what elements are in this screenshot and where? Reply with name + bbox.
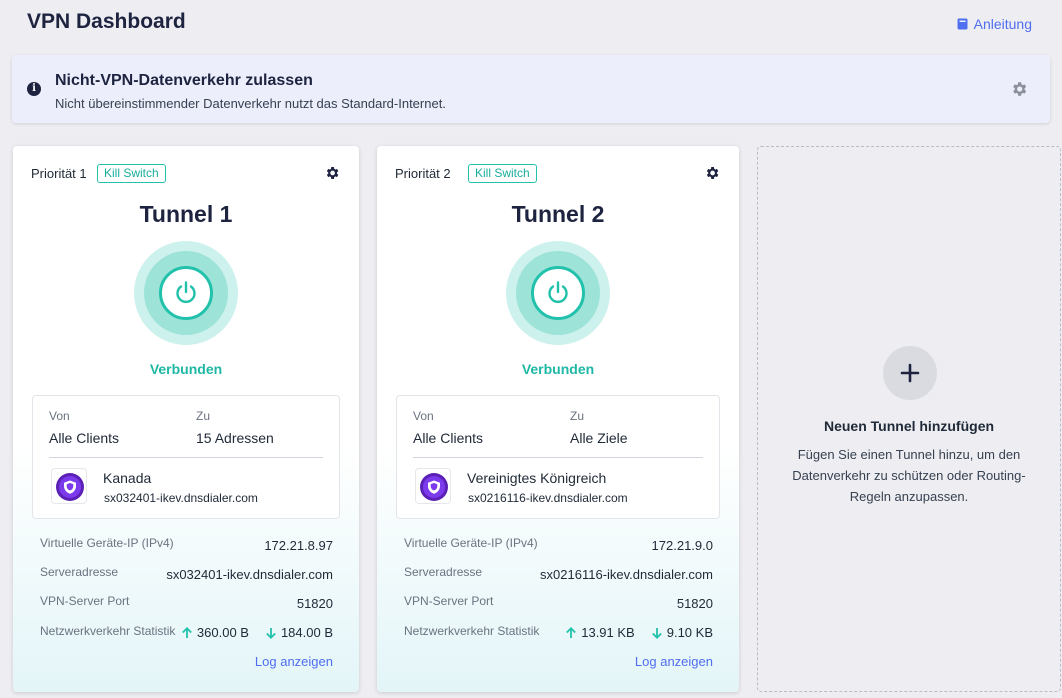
tunnel-card-1: Priorität 1 Kill Switch Tunnel 1 Verbund… xyxy=(13,146,359,692)
traffic-label: Netzwerkverkehr Statistik xyxy=(40,624,176,638)
traffic-values: 13.91 KB 9.10 KB xyxy=(565,625,713,640)
server-address-value: sx032401-ikev.dnsdialer.com xyxy=(166,567,333,582)
show-log-link[interactable]: Log anzeigen xyxy=(255,654,333,669)
traffic-values: 360.00 B 184.00 B xyxy=(181,625,333,640)
server-address-value: sx0216116-ikev.dnsdialer.com xyxy=(540,567,713,582)
server-port-label: VPN-Server Port xyxy=(404,594,494,608)
from-value: Alle Clients xyxy=(49,430,120,446)
tunnel-name: Tunnel 2 xyxy=(511,201,605,227)
server-port-label: VPN-Server Port xyxy=(40,594,130,608)
virtual-ip-value: 172.21.9.0 xyxy=(651,538,713,553)
gear-icon[interactable] xyxy=(324,165,340,181)
server-address-label: Serveradresse xyxy=(40,565,119,579)
virtual-ip-label: Virtuelle Geräte-IP (IPv4) xyxy=(40,536,174,550)
banner-title: Nicht-VPN-Datenverkehr zulassen xyxy=(55,72,313,89)
server-country: Vereinigtes Königreich xyxy=(467,470,607,486)
to-label: Zu xyxy=(570,409,585,423)
power-icon xyxy=(548,281,568,304)
download-value: 9.10 KB xyxy=(666,625,713,640)
server-avatar xyxy=(51,468,87,504)
banner-description: Nicht übereinstimmender Datenverkehr nut… xyxy=(55,96,446,111)
add-tunnel-title: Neuen Tunnel hinzufügen xyxy=(823,418,995,434)
server-port-value: 51820 xyxy=(296,596,333,611)
priority-label: Priorität 1 xyxy=(31,166,87,181)
server-avatar xyxy=(415,468,451,504)
power-halo xyxy=(506,241,610,345)
virtual-ip-row: Virtuelle Geräte-IP (IPv4) 172.21.8.97 xyxy=(40,536,333,556)
arrow-up-icon xyxy=(182,626,192,638)
tunnel-name: Tunnel 1 xyxy=(139,201,233,227)
server-host: sx0216116-ikev.dnsdialer.com xyxy=(468,491,628,505)
non-vpn-traffic-banner: i Nicht-VPN-Datenverkehr zulassen Nicht … xyxy=(12,55,1050,123)
upload-value: 13.91 KB xyxy=(581,625,635,640)
header: VPN Dashboard Anleitung xyxy=(0,0,1062,50)
power-button[interactable] xyxy=(531,266,585,320)
server-address-row: Serveradresse sx0216116-ikev.dnsdialer.c… xyxy=(404,565,713,585)
shield-icon xyxy=(56,473,84,501)
server-address-label: Serveradresse xyxy=(404,565,483,579)
kill-switch-badge: Kill Switch xyxy=(97,164,166,183)
priority-label: Priorität 2 xyxy=(395,166,451,181)
from-label: Von xyxy=(49,409,70,423)
traffic-row: Netzwerkverkehr Statistik 360.00 B 184.0… xyxy=(40,624,333,644)
connection-status: Verbunden xyxy=(521,361,595,377)
shield-icon xyxy=(420,473,448,501)
arrow-down-icon xyxy=(266,627,276,639)
route-box: Von Zu Alle Clients 15 Adressen Kanada s… xyxy=(32,395,340,519)
from-label: Von xyxy=(413,409,434,423)
kill-switch-badge: Kill Switch xyxy=(468,164,537,183)
to-value: 15 Adressen xyxy=(196,430,274,446)
server-country: Kanada xyxy=(103,470,152,486)
connection-status: Verbunden xyxy=(149,361,223,377)
add-tunnel-button[interactable] xyxy=(883,346,937,400)
route-box: Von Zu Alle Clients Alle Ziele Vereinigt… xyxy=(396,395,720,519)
server-port-row: VPN-Server Port 51820 xyxy=(404,594,713,614)
server-port-row: VPN-Server Port 51820 xyxy=(40,594,333,614)
info-icon: i xyxy=(27,82,41,96)
gear-icon[interactable] xyxy=(704,165,720,181)
server-host: sx032401-ikev.dnsdialer.com xyxy=(104,491,258,505)
tunnel-card-2: Priorität 2 Kill Switch Tunnel 2 Verbund… xyxy=(377,146,739,692)
arrow-up-icon xyxy=(566,626,577,638)
server-port-value: 51820 xyxy=(676,596,713,611)
upload-value: 360.00 B xyxy=(196,625,249,640)
download-value: 184.00 B xyxy=(280,625,333,640)
to-label: Zu xyxy=(196,409,211,423)
guide-link[interactable]: Anleitung xyxy=(957,16,1032,32)
show-log-link[interactable]: Log anzeigen xyxy=(635,654,713,669)
add-tunnel-card[interactable]: Neuen Tunnel hinzufügen Fügen Sie einen … xyxy=(757,146,1061,692)
add-tunnel-description: Fügen Sie einen Tunnel hinzu, um den Dat… xyxy=(792,447,1026,504)
page-title: VPN Dashboard xyxy=(27,10,186,33)
server-address-row: Serveradresse sx032401-ikev.dnsdialer.co… xyxy=(40,565,333,585)
power-icon xyxy=(176,281,196,304)
guide-link-label: Anleitung xyxy=(973,16,1032,32)
divider xyxy=(49,457,323,458)
traffic-row: Netzwerkverkehr Statistik 13.91 KB 9.10 … xyxy=(404,624,713,644)
arrow-down-icon xyxy=(651,627,662,639)
from-value: Alle Clients xyxy=(413,430,484,446)
plus-icon xyxy=(900,363,920,383)
to-value: Alle Ziele xyxy=(570,430,628,446)
power-button[interactable] xyxy=(159,266,213,320)
gear-icon[interactable] xyxy=(1010,80,1028,98)
traffic-label: Netzwerkverkehr Statistik xyxy=(404,624,540,638)
virtual-ip-row: Virtuelle Geräte-IP (IPv4) 172.21.9.0 xyxy=(404,536,713,556)
book-icon xyxy=(957,18,968,30)
divider xyxy=(413,457,703,458)
power-halo xyxy=(134,241,238,345)
virtual-ip-label: Virtuelle Geräte-IP (IPv4) xyxy=(404,536,538,550)
virtual-ip-value: 172.21.8.97 xyxy=(264,538,333,553)
